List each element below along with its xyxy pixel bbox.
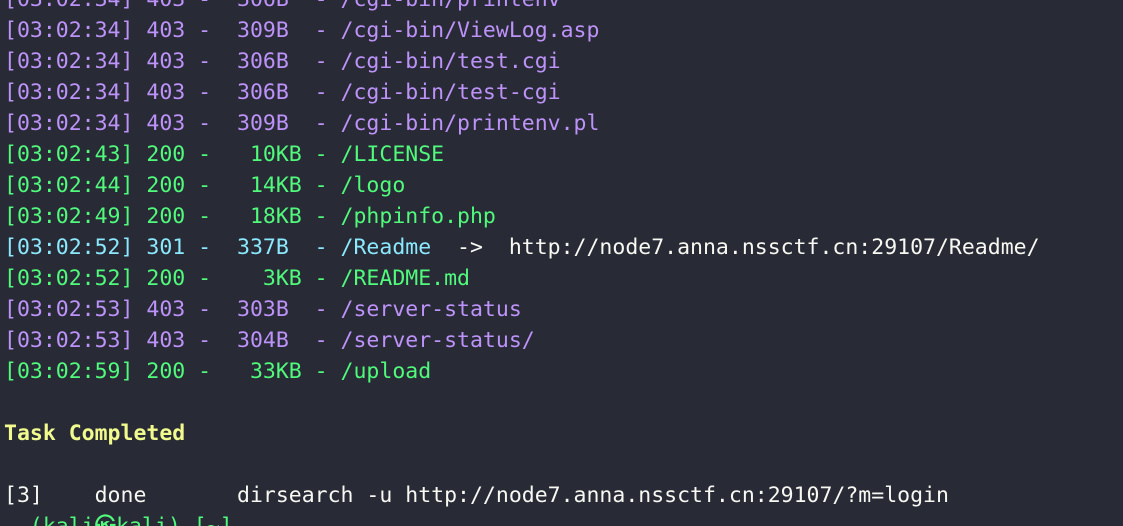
log-entry-text: [03:02:34] 403 - 309B - /cgi-bin/printen…	[4, 111, 600, 136]
log-line: [03:02:52] 200 - 3KB - /README.md	[4, 263, 1040, 294]
shell-prompt: (kali㉿kali)-[~]	[4, 511, 1040, 526]
log-entry-text: [03:02:53] 403 - 303B - /server-status	[4, 297, 522, 322]
log-entry-text: [03:02:34] 403 - 306B - /cgi-bin/test-cg…	[4, 80, 561, 105]
log-line: [03:02:59] 200 - 33KB - /upload	[4, 356, 1040, 387]
log-entry-text: [03:02:34] 403 - 306B - /cgi-bin/test.cg…	[4, 49, 561, 74]
log-line: [03:02:34] 403 - 306B - /cgi-bin/test-cg…	[4, 77, 1040, 108]
log-entry-text: [03:02:43] 200 - 10KB - /LICENSE	[4, 142, 445, 167]
log-line: [03:02:34] 403 - 306B - /cgi-bin/printen…	[4, 0, 1040, 15]
log-line: [03:02:44] 200 - 14KB - /logo	[4, 170, 1040, 201]
log-line: [03:02:34] 403 - 309B - /cgi-bin/printen…	[4, 108, 1040, 139]
terminal-output: [03:02:34] 403 - 306B - /cgi-bin/printen…	[4, 0, 1040, 526]
log-entry-text: [03:02:59] 200 - 33KB - /upload	[4, 359, 432, 384]
log-entry-text: [03:02:52] 301 - 337B - /Readme	[4, 235, 432, 260]
log-line: [03:02:53] 403 - 304B - /server-status/	[4, 325, 1040, 356]
log-entry-text: [03:02:44] 200 - 14KB - /logo	[4, 173, 406, 198]
task-completed-message: Task Completed	[4, 421, 186, 446]
redirect-target: -> http://node7.anna.nssctf.cn:29107/Rea…	[431, 235, 1040, 260]
log-entry-text: [03:02:49] 200 - 18KB - /phpinfo.php	[4, 204, 496, 229]
log-entry-text: [03:02:53] 403 - 304B - /server-status/	[4, 328, 535, 353]
dirsearch-log: [03:02:34] 403 - 306B - /cgi-bin/printen…	[4, 0, 1040, 387]
log-entry-text: [03:02:34] 403 - 306B - /cgi-bin/printen…	[4, 0, 561, 12]
log-line: [03:02:34] 403 - 309B - /cgi-bin/ViewLog…	[4, 15, 1040, 46]
log-line: [03:02:53] 403 - 303B - /server-status	[4, 294, 1040, 325]
log-line: [03:02:52] 301 - 337B - /Readme -> http:…	[4, 232, 1040, 263]
log-line: [03:02:43] 200 - 10KB - /LICENSE	[4, 139, 1040, 170]
log-entry-text: [03:02:34] 403 - 309B - /cgi-bin/ViewLog…	[4, 18, 600, 43]
terminal-window[interactable]: [03:02:34] 403 - 306B - /cgi-bin/printen…	[0, 0, 1123, 526]
log-entry-text: [03:02:52] 200 - 3KB - /README.md	[4, 266, 470, 291]
log-line: [03:02:49] 200 - 18KB - /phpinfo.php	[4, 201, 1040, 232]
log-line: [03:02:34] 403 - 306B - /cgi-bin/test.cg…	[4, 46, 1040, 77]
job-status-line: [3] done dirsearch -u http://node7.anna.…	[4, 483, 949, 508]
